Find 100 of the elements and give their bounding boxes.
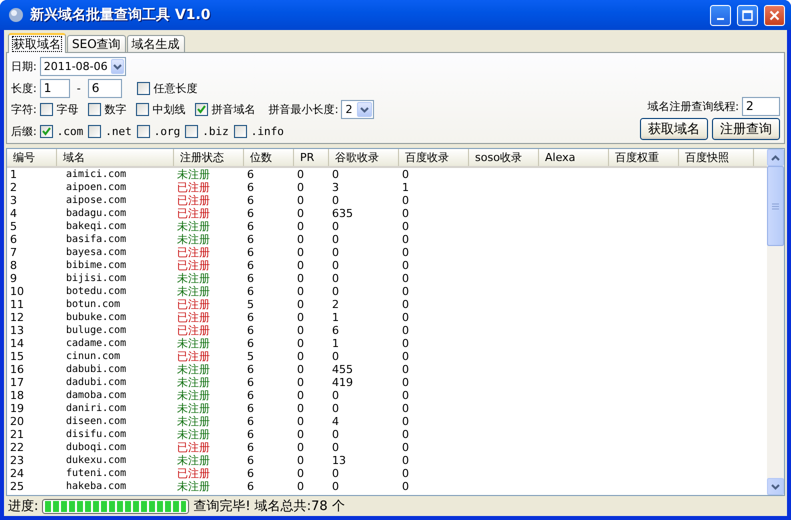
column-header[interactable]: 编号 (7, 149, 57, 166)
table-cell-text: 0 (331, 285, 340, 298)
column-header[interactable]: 百度权重 (609, 149, 679, 166)
scrollbar[interactable] (767, 149, 784, 495)
checkbox-label: 字母 (56, 102, 79, 118)
table-cell-text: 0 (401, 415, 410, 428)
table-cell-text: futeni.com (65, 467, 128, 480)
minimize-button[interactable] (710, 4, 731, 26)
maximize-icon (742, 10, 753, 20)
table-cell-text: 0 (296, 311, 305, 324)
minimize-icon (717, 18, 724, 20)
action-button[interactable]: 获取域名 (640, 118, 708, 140)
tab[interactable]: 获取域名 (8, 33, 66, 53)
table-cell-text: 0 (401, 194, 410, 207)
table-cell-text: 3 (9, 194, 18, 207)
table-cell-text: botedu.com (65, 285, 128, 298)
table-cell-text: 0 (331, 480, 340, 493)
date-dropdown[interactable]: 2011-08-06 (40, 57, 126, 76)
column-header[interactable]: 位数 (244, 149, 294, 166)
column-header[interactable]: 谷歌收录 (329, 149, 399, 166)
table-cell-text: 0 (331, 441, 340, 454)
table-cell-text: 6 (246, 233, 255, 246)
table-cell-text: 1 (331, 337, 340, 350)
field-label: 拼音最小长度: (268, 102, 338, 118)
table-cell-text: 0 (401, 389, 410, 402)
field-label: 字符: (11, 102, 37, 118)
table-cell-text: 已注册 (176, 259, 211, 272)
table-cell-text: 0 (331, 168, 340, 181)
progress-label: 进度: (8, 498, 38, 515)
checkbox[interactable] (40, 103, 53, 116)
column-header[interactable]: Alexa (539, 149, 609, 166)
checkbox[interactable] (136, 124, 150, 138)
table-cell-text: 已注册 (176, 207, 211, 220)
checkbox[interactable] (136, 103, 149, 116)
table-cell-text: 未注册 (176, 389, 211, 402)
column-header[interactable]: 百度收录 (399, 149, 469, 166)
table-cell-text: 0 (296, 233, 305, 246)
table-cell-text: 已注册 (176, 194, 211, 207)
table-cell-text: dabubi.com (65, 363, 128, 376)
table-cell-text: 6 (246, 168, 255, 181)
table-cell-text: 0 (296, 324, 305, 337)
table-cell-text: 0 (401, 246, 410, 259)
table-cell-text: 0 (331, 272, 340, 285)
checkbox[interactable] (185, 124, 198, 138)
table-cell-text: 未注册 (176, 285, 211, 298)
table-cell-text: 6 (246, 415, 255, 428)
table-cell-text: 0 (331, 246, 340, 259)
table-cell-text: 0 (331, 259, 340, 272)
checkbox[interactable] (136, 82, 150, 95)
table-cell-text: 0 (296, 207, 305, 220)
table-cell-text: 0 (401, 376, 410, 389)
table-cell-text: 0 (296, 298, 305, 311)
table-cell-text: 0 (296, 454, 305, 467)
action-button[interactable]: 注册查询 (712, 118, 780, 140)
table-cell-text: 22 (9, 441, 25, 454)
input-field[interactable]: 1 (40, 78, 70, 98)
checkbox-label: 任意长度 (154, 80, 198, 96)
checkbox[interactable] (40, 124, 53, 138)
table-cell-text: 7 (9, 246, 18, 259)
input-field[interactable]: 6 (88, 78, 122, 98)
checkbox[interactable] (194, 103, 208, 116)
tab[interactable]: SEO查询 (67, 35, 126, 52)
close-button[interactable] (764, 4, 785, 26)
table-cell-text: 1 (331, 311, 340, 324)
table-cell-text: 6 (246, 402, 255, 415)
table-cell-text: 未注册 (176, 454, 211, 467)
column-header[interactable]: soso收录 (469, 149, 539, 166)
scroll-down-icon[interactable] (767, 478, 784, 495)
table-cell-text: 0 (296, 415, 305, 428)
checkbox-label: .net (105, 124, 132, 138)
checkbox-label: 拼音域名 (212, 102, 256, 118)
table-cell-text: 9 (9, 272, 18, 285)
scroll-thumb[interactable] (767, 166, 784, 246)
table-cell-text: 0 (331, 467, 340, 480)
column-header[interactable]: 百度快照 (679, 149, 754, 166)
table-cell-text: 0 (331, 350, 340, 363)
tab[interactable]: 域名生成 (126, 35, 185, 52)
checkbox-label: 数字 (104, 102, 127, 118)
checkbox-label: .info (250, 124, 284, 138)
table-cell-text: 0 (296, 246, 305, 259)
table-cell-text: 6 (246, 428, 255, 441)
length-dropdown[interactable]: 2 (341, 100, 374, 120)
grip-icon (772, 202, 779, 210)
checkbox[interactable] (234, 124, 247, 138)
table-cell-text: dukexu.com (65, 454, 128, 467)
maximize-button[interactable] (737, 4, 758, 26)
table-cell-text: 0 (401, 428, 410, 441)
column-header[interactable]: 注册状态 (174, 149, 244, 166)
table-cell-text: 已注册 (176, 324, 211, 337)
column-header[interactable]: 域名 (57, 149, 174, 166)
table-cell-text: 0 (296, 168, 305, 181)
input-field[interactable]: 2 (742, 96, 780, 116)
table-cell-text: 19 (9, 402, 25, 415)
checkbox[interactable] (88, 124, 102, 138)
checkbox[interactable] (88, 103, 101, 116)
table-cell-text: basifa.com (65, 233, 128, 246)
column-header[interactable]: PR (294, 149, 329, 166)
table-cell-text: 6 (246, 324, 255, 337)
scroll-up-icon[interactable] (767, 149, 784, 166)
table-cell-text: 未注册 (176, 363, 211, 376)
